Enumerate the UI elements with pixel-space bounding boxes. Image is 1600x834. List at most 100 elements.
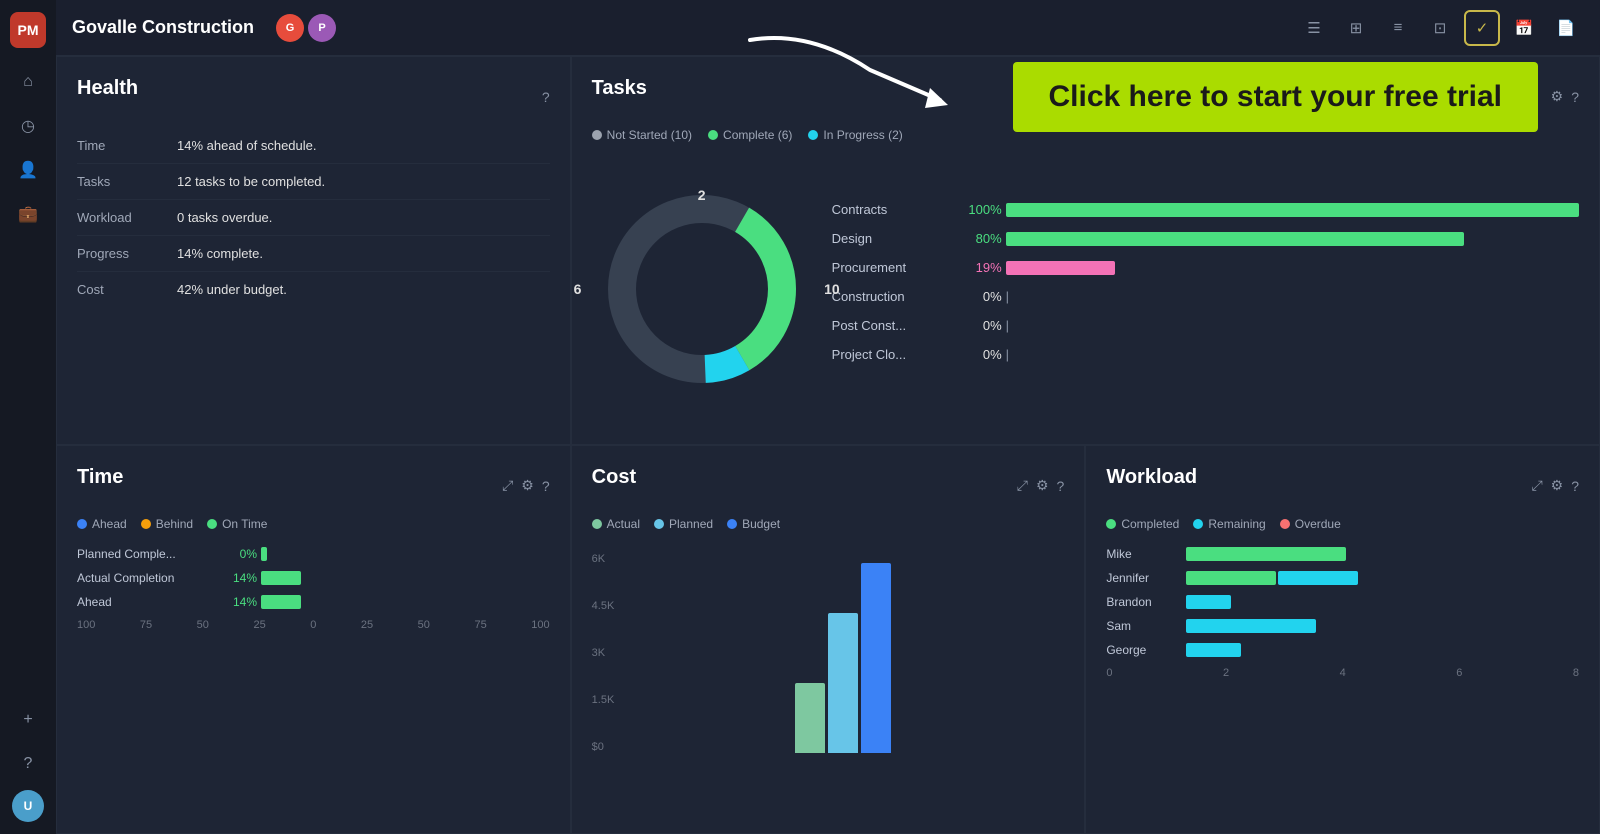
time-axis-75l: 75: [140, 619, 152, 631]
time-legend: Ahead Behind On Time: [77, 517, 550, 531]
progress-pct-design: 80%: [952, 231, 1002, 246]
project-name: Govalle Construction: [72, 17, 254, 38]
toolbar-table[interactable]: ≡: [1380, 10, 1416, 46]
cost-panel: Cost ⤢ ⚙ ? Actual Planned Budg: [571, 445, 1086, 834]
progress-label-post-const: Post Const...: [832, 318, 952, 333]
legend-label-budget: Budget: [742, 517, 780, 531]
cost-expand-icon[interactable]: ⤢: [1017, 477, 1028, 494]
health-help-icon[interactable]: ?: [542, 89, 550, 105]
sidebar-home[interactable]: ⌂: [10, 64, 46, 100]
legend-dot-overdue: [1280, 519, 1290, 529]
time-row-actual: Actual Completion 14%: [77, 571, 550, 585]
dashboard-content: Health ? Time 14% ahead of schedule. Tas…: [56, 56, 1600, 834]
workload-name-george: George: [1106, 643, 1186, 657]
legend-label-completed: Completed: [1121, 517, 1179, 531]
page-title: Govalle Construction G P: [72, 14, 336, 42]
legend-dot-behind: [141, 519, 151, 529]
progress-pct-project-clo: 0%: [952, 347, 1002, 362]
time-axis-100r: 100: [531, 619, 549, 631]
toolbar-dashboard[interactable]: ✓: [1464, 10, 1500, 46]
progress-bar-design: [1006, 232, 1579, 246]
sidebar-help[interactable]: ?: [10, 746, 46, 782]
health-label-workload: Workload: [77, 210, 177, 225]
progress-fill-design: [1006, 232, 1465, 246]
toolbar-calendar[interactable]: 📅: [1506, 10, 1542, 46]
bar-actual-1: [795, 683, 825, 753]
progress-row-procurement: Procurement 19%: [832, 260, 1579, 275]
health-row-workload: Workload 0 tasks overdue.: [77, 200, 550, 236]
legend-planned: Planned: [654, 517, 713, 531]
legend-budget: Budget: [727, 517, 780, 531]
toolbar-docs[interactable]: 📄: [1548, 10, 1584, 46]
sidebar-people[interactable]: 👤: [10, 152, 46, 188]
time-help-icon[interactable]: ?: [542, 478, 550, 494]
cost-y-labels: 6K 4.5K 3K 1.5K $0: [592, 553, 623, 753]
health-row-cost: Cost 42% under budget.: [77, 272, 550, 307]
workload-bar-brandon-remaining: [1186, 595, 1231, 609]
legend-dot-remaining: [1193, 519, 1203, 529]
cost-legend: Actual Planned Budget: [592, 517, 1065, 531]
health-label-cost: Cost: [77, 282, 177, 297]
health-value-time: 14% ahead of schedule.: [177, 138, 317, 153]
progress-pct-contracts: 100%: [952, 202, 1002, 217]
health-row-tasks: Tasks 12 tasks to be completed.: [77, 164, 550, 200]
cta-banner[interactable]: Click here to start your free trial: [1013, 62, 1539, 132]
workload-rows: Mike Jennifer Brandon: [1106, 547, 1579, 657]
time-label-planned: Planned Comple...: [77, 547, 217, 561]
time-expand-icon[interactable]: ⤢: [502, 477, 513, 494]
workload-settings-icon[interactable]: ⚙: [1551, 477, 1564, 494]
sidebar-history[interactable]: ◷: [10, 108, 46, 144]
progress-pct-procurement: 19%: [952, 260, 1002, 275]
legend-not-started: Not Started (10): [592, 128, 692, 142]
cost-chart: 6K 4.5K 3K 1.5K $0: [592, 543, 1065, 753]
workload-title: Workload: [1106, 466, 1197, 489]
tasks-help-icon[interactable]: ?: [1571, 89, 1579, 105]
legend-behind: Behind: [141, 517, 193, 531]
time-axis-50l: 50: [197, 619, 209, 631]
time-settings-icon[interactable]: ⚙: [521, 477, 534, 494]
legend-dot-complete: [708, 130, 718, 140]
workload-axis-8: 8: [1573, 667, 1579, 679]
sidebar-add[interactable]: +: [10, 702, 46, 738]
workload-axis-6: 6: [1456, 667, 1462, 679]
workload-bars-george: [1186, 643, 1579, 657]
workload-bar-george-remaining: [1186, 643, 1241, 657]
legend-label-on-time: On Time: [222, 517, 267, 531]
user-avatar[interactable]: U: [12, 790, 44, 822]
time-bar-planned: [261, 547, 550, 561]
tasks-settings-icon[interactable]: ⚙: [1551, 88, 1564, 105]
legend-label-complete: Complete (6): [723, 128, 792, 142]
toolbar-gantt[interactable]: ⊡: [1422, 10, 1458, 46]
workload-help-icon[interactable]: ?: [1571, 478, 1579, 494]
time-row-planned: Planned Comple... 0%: [77, 547, 550, 561]
tasks-title: Tasks: [592, 77, 647, 100]
progress-pct-construction: 0%: [952, 289, 1002, 304]
legend-ahead: Ahead: [77, 517, 127, 531]
time-panel: Time ⤢ ⚙ ? Ahead Behind On Tim: [56, 445, 571, 834]
sidebar-portfolio[interactable]: 💼: [10, 196, 46, 232]
avatar-p[interactable]: P: [308, 14, 336, 42]
cost-settings-icon[interactable]: ⚙: [1036, 477, 1049, 494]
time-axis-0: 0: [310, 619, 316, 631]
workload-expand-icon[interactable]: ⤢: [1531, 477, 1542, 494]
toolbar-board[interactable]: ⊞: [1338, 10, 1374, 46]
health-panel: Health ? Time 14% ahead of schedule. Tas…: [56, 56, 571, 445]
legend-on-time: On Time: [207, 517, 267, 531]
sidebar: PM ⌂ ◷ 👤 💼 + ? U: [0, 0, 56, 834]
legend-dot-planned: [654, 519, 664, 529]
legend-label-overdue: Overdue: [1295, 517, 1341, 531]
bar-budget-1: [861, 563, 891, 753]
tasks-progress-bars: Contracts 100% Design 80%: [832, 202, 1579, 376]
progress-fill-contracts: [1006, 203, 1579, 217]
workload-legend: Completed Remaining Overdue: [1106, 517, 1579, 531]
workload-axis-2: 2: [1223, 667, 1229, 679]
avatar-g[interactable]: G: [276, 14, 304, 42]
app-logo[interactable]: PM: [10, 12, 46, 48]
legend-label-behind: Behind: [156, 517, 193, 531]
toolbar-list[interactable]: ☰: [1296, 10, 1332, 46]
workload-name-jennifer: Jennifer: [1106, 571, 1186, 585]
time-fill-planned: [261, 547, 267, 561]
time-axis-100l: 100: [77, 619, 95, 631]
workload-row-sam: Sam: [1106, 619, 1579, 633]
cost-help-icon[interactable]: ?: [1057, 478, 1065, 494]
